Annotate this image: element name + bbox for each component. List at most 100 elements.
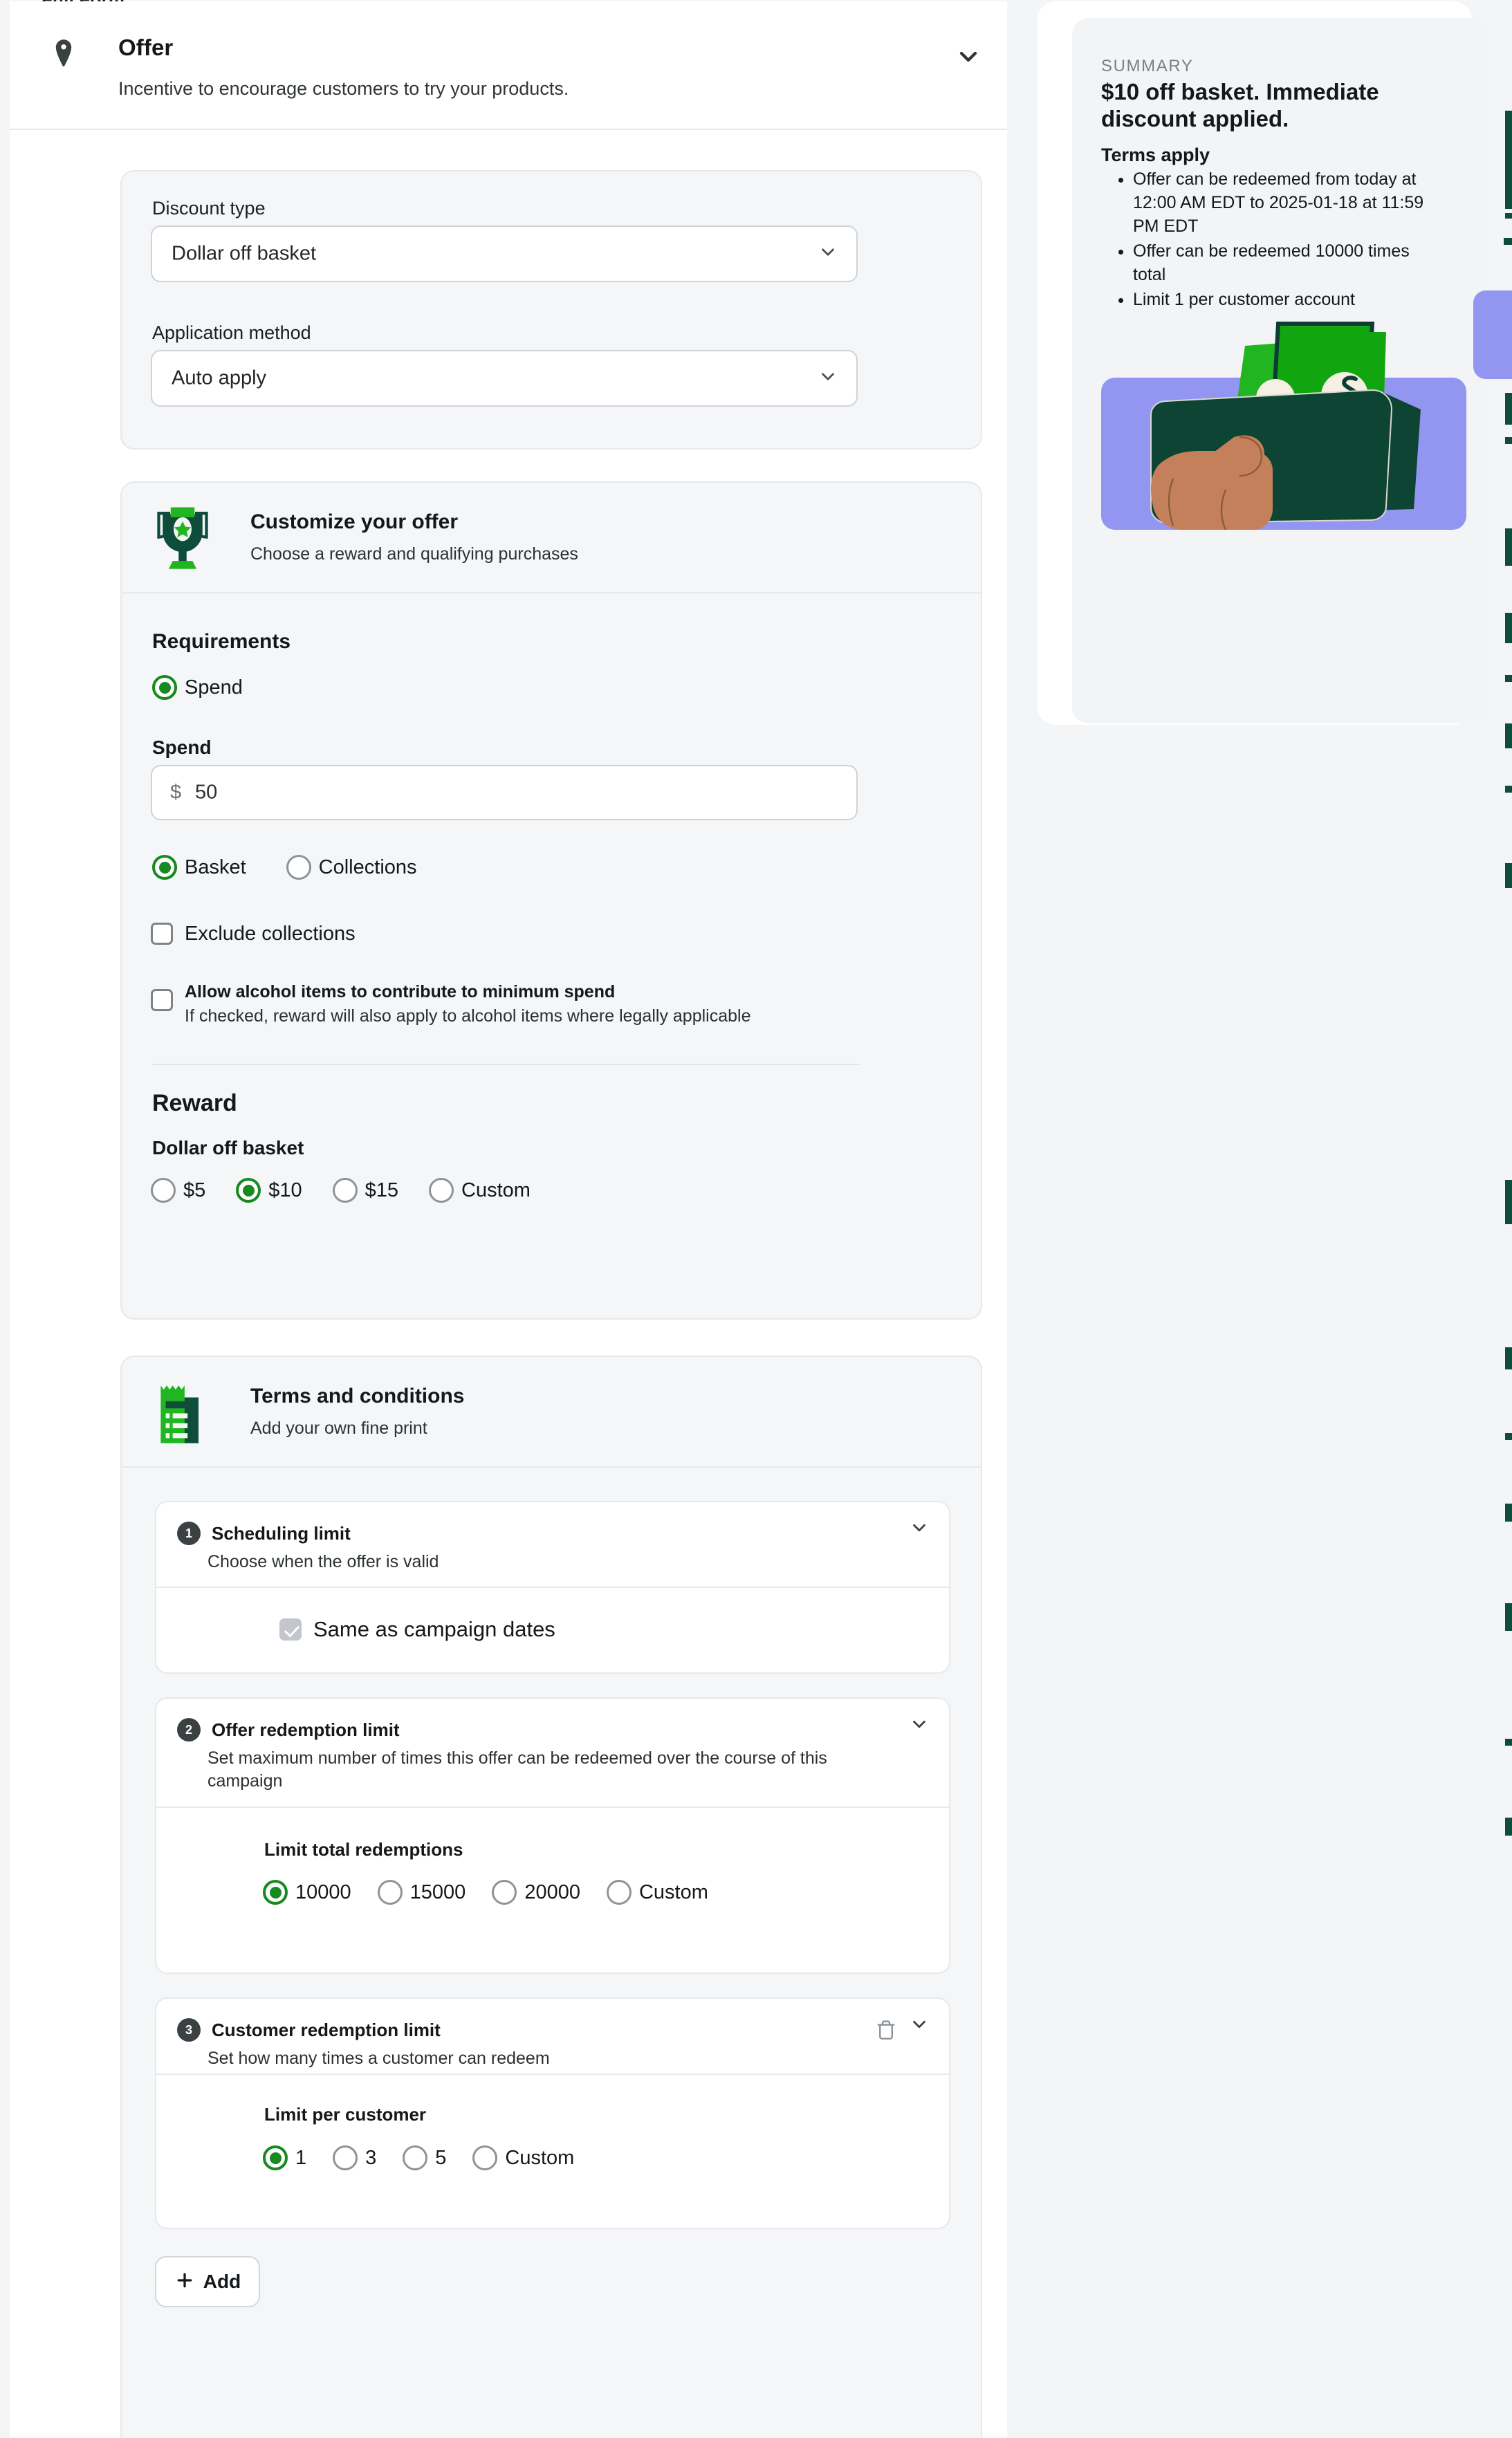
radio-option-spend[interactable]: Spend	[152, 675, 243, 700]
chevron-down-icon[interactable]	[909, 2014, 930, 2038]
spend-label: Spend	[152, 737, 212, 758]
terms-card-header: Terms and conditions Add your own fine p…	[122, 1357, 981, 1468]
wallet-with-cash-illustration	[1101, 315, 1466, 530]
step-badge: 3	[177, 2018, 201, 2042]
offscreen-edge-shape	[1505, 393, 1512, 425]
radio-option-1[interactable]: 1	[263, 2145, 306, 2170]
offer-title: Offer	[118, 35, 174, 60]
trophy-icon	[151, 505, 214, 571]
offscreen-edge-shape	[1505, 1818, 1512, 1836]
accordion-header[interactable]: 3 Customer redemption limit Set how many…	[156, 1999, 949, 2074]
radio-option-reward-5[interactable]: $5	[151, 1178, 205, 1203]
radio-option-3[interactable]: 3	[333, 2145, 376, 2170]
accordion-description: Choose when the offer is valid	[208, 1552, 439, 1571]
same-as-campaign-dates-label: Same as campaign dates	[313, 1617, 555, 1641]
offer-section-header[interactable]: Offer Incentive to encourage customers t…	[10, 1, 1007, 130]
checkbox-indicator	[151, 989, 173, 1011]
chevron-down-icon[interactable]	[909, 1714, 930, 1738]
summary-panel: SUMMARY $10 off basket. Immediate discou…	[1038, 1, 1493, 725]
radio-indicator	[152, 855, 177, 880]
customize-offer-card: Customize your offer Choose a reward and…	[120, 481, 982, 1320]
accordion-scheduling-limit: 1 Scheduling limit Choose when the offer…	[155, 1501, 950, 1674]
checkbox-text: Same as campaign dates	[313, 1617, 555, 1642]
discount-type-label: Discount type	[152, 198, 266, 219]
radio-label: 1	[295, 2146, 307, 2169]
radio-indicator	[236, 1178, 261, 1203]
accordion-title: Scheduling limit	[212, 1523, 351, 1544]
accordion-header[interactable]: 2 Offer redemption limit Set maximum num…	[156, 1699, 949, 1807]
divider	[156, 2074, 949, 2075]
trash-icon[interactable]	[876, 2020, 896, 2044]
customize-card-header: Customize your offer Choose a reward and…	[122, 483, 981, 593]
summary-title: $10 off basket. Immediate discount appli…	[1101, 79, 1379, 131]
offer-subtitle: Incentive to encourage customers to try …	[118, 78, 569, 99]
checkbox-indicator	[279, 1618, 302, 1641]
radio-indicator	[286, 855, 311, 880]
checkbox-text: Allow alcohol items to contribute to min…	[185, 982, 750, 1026]
terms-subtitle: Add your own fine print	[250, 1419, 427, 1438]
discount-type-select[interactable]: Dollar off basket	[151, 225, 858, 282]
alcohol-help: If checked, reward will also apply to al…	[185, 1006, 751, 1026]
screen-root: Full Form Offer Incentive to encourage c…	[0, 0, 1512, 2438]
radio-indicator	[263, 2145, 288, 2170]
radio-label: 3	[365, 2146, 377, 2169]
radio-label: 5	[435, 2146, 447, 2169]
accordion-header[interactable]: 1 Scheduling limit Choose when the offer…	[156, 1502, 949, 1587]
offer-panel-body: Discount type Dollar off basket Applicat…	[10, 131, 1007, 2438]
spend-input[interactable]: $ 50	[151, 765, 858, 820]
radio-indicator	[472, 2145, 498, 2170]
radio-indicator	[606, 1880, 631, 1905]
radio-indicator	[333, 2145, 358, 2170]
offscreen-edge-shape	[1505, 1347, 1512, 1369]
radio-option-per-customer-custom[interactable]: Custom	[472, 2145, 574, 2170]
alcohol-checkbox-row[interactable]: Allow alcohol items to contribute to min…	[151, 982, 750, 1026]
offscreen-edge-shape	[1505, 1739, 1512, 1746]
chevron-down-icon[interactable]	[909, 1517, 930, 1542]
radio-option-5[interactable]: 5	[403, 2145, 446, 2170]
customize-title: Customize your offer	[250, 510, 459, 533]
application-method-select[interactable]: Auto apply	[151, 350, 858, 407]
radio-indicator	[429, 1178, 454, 1203]
offscreen-edge-shape	[1505, 213, 1512, 219]
discount-type-value: Dollar off basket	[172, 242, 317, 265]
radio-option-15000[interactable]: 15000	[377, 1880, 465, 1905]
limit-total-redemptions-radio-group: 10000 15000 20000 Custom	[263, 1880, 708, 1905]
accordion-title: Offer redemption limit	[212, 1719, 400, 1740]
add-button[interactable]: Add	[155, 2256, 260, 2307]
offer-panel: Offer Incentive to encourage customers t…	[10, 1, 1007, 2438]
offscreen-edge-shape	[1505, 675, 1512, 682]
radio-label: Collections	[318, 856, 417, 878]
radio-option-reward-custom[interactable]: Custom	[429, 1178, 531, 1203]
same-as-campaign-dates-row[interactable]: Same as campaign dates	[279, 1617, 555, 1642]
radio-option-20000[interactable]: 20000	[492, 1880, 580, 1905]
offscreen-edge-shape	[1505, 111, 1512, 209]
application-method-label: Application method	[152, 322, 311, 343]
radio-indicator	[151, 1178, 176, 1203]
summary-bullet-list: Offer can be redeemed from today at 12:0…	[1118, 167, 1443, 313]
plus-icon	[174, 2270, 195, 2294]
offscreen-edge-shape	[1504, 238, 1512, 245]
offscreen-edge-shape	[1505, 863, 1512, 888]
chevron-down-icon	[818, 367, 838, 391]
checkbox-text: Exclude collections	[185, 923, 356, 945]
radio-option-reward-10[interactable]: $10	[236, 1178, 302, 1203]
reward-heading: Reward	[152, 1090, 237, 1116]
tag-icon	[47, 37, 80, 71]
reward-sub-label: Dollar off basket	[152, 1137, 304, 1158]
step-badge: 1	[177, 1522, 201, 1545]
radio-option-total-custom[interactable]: Custom	[606, 1880, 708, 1905]
radio-indicator	[332, 1178, 358, 1203]
exclude-collections-checkbox-row[interactable]: Exclude collections	[151, 923, 356, 945]
offscreen-edge-shape	[1505, 723, 1512, 748]
radio-option-collections[interactable]: Collections	[286, 855, 417, 880]
radio-label: $10	[268, 1179, 302, 1201]
requirements-heading: Requirements	[152, 630, 291, 653]
radio-option-reward-15[interactable]: $15	[332, 1178, 398, 1203]
chevron-down-icon[interactable]	[955, 43, 982, 74]
offscreen-edge-shape	[1505, 1603, 1512, 1631]
divider	[156, 1587, 949, 1588]
radio-option-basket[interactable]: Basket	[152, 855, 246, 880]
accordion-description: Set maximum number of times this offer c…	[208, 1748, 827, 1791]
radio-option-10000[interactable]: 10000	[263, 1880, 351, 1905]
terms-title: Terms and conditions	[250, 1385, 465, 1407]
